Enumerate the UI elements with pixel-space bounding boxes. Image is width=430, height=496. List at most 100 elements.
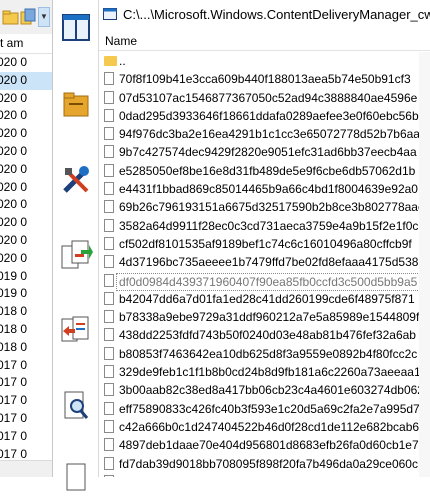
file-icon <box>104 236 114 250</box>
file-row[interactable]: 4897deb1daae70e404d956801d8683efb26fa0d6… <box>99 436 430 454</box>
tool-bar <box>53 0 99 491</box>
file-row[interactable]: 69b26c796193151a6675d32517590b2b8ce3b802… <box>99 198 430 216</box>
search-file-icon[interactable] <box>59 388 93 422</box>
file-icon <box>104 401 114 415</box>
file-row[interactable]: e4431f1bbad869c85014465b9a66c4bd1f800463… <box>99 180 430 198</box>
left-list-item[interactable]: 018 0 <box>0 321 52 339</box>
file-row[interactable]: b80853f7463642ea10db625d8f3a9559e0892b4f… <box>99 345 430 363</box>
left-list-item[interactable]: 020 0 <box>0 232 52 250</box>
file-name: 9b7c427574dec9429f2820e9051efc31ad6bb37e… <box>119 145 417 160</box>
copy-file-icon[interactable] <box>59 238 93 272</box>
left-list-item[interactable]: 018 0 <box>0 339 52 357</box>
file-row[interactable]: e5285050ef8be16e8d31fb489de5e9f6cbe6db57… <box>99 162 430 180</box>
left-list-item[interactable]: 017 0 <box>0 357 52 375</box>
file-row[interactable]: eff75890833c426fc40b3f593e1c20d5a69c2fa2… <box>99 400 430 418</box>
folder-icon[interactable] <box>59 88 93 122</box>
file-row[interactable]: 4d37196bc735aeeee1b7479ffd7be02fd8efaaa4… <box>99 253 430 271</box>
file-name: 438dd2253fdfd743b50f0240d03e48ab81b476fe… <box>119 328 416 343</box>
folder-up-icon[interactable] <box>2 8 20 26</box>
copy-path-icon[interactable] <box>19 8 37 26</box>
file-name: 0dad295d3933646f18661ddafa0289aefee3e0f6… <box>119 108 419 123</box>
file-row[interactable]: 07d53107ac1546877367050c52ad94c3888840ae… <box>99 89 430 107</box>
left-list-item[interactable]: 020 0 <box>0 90 52 108</box>
file-icon <box>104 145 114 159</box>
left-horizontal-scrollbar[interactable] <box>0 460 52 477</box>
left-list-item[interactable]: 020 0 <box>0 196 52 214</box>
file-name: cf502df8101535af9189bef1c74c6c16010496a8… <box>119 236 412 251</box>
left-list-item-label: 018 0 <box>0 321 28 336</box>
file-row[interactable]: 94f976dc3ba2e16ea4291b1c1cc3e65072778d52… <box>99 125 430 143</box>
left-list-item[interactable]: 017 0 <box>0 428 52 446</box>
file-icon <box>104 383 114 397</box>
compare-files-icon[interactable] <box>59 313 93 347</box>
file-row[interactable]: df0d0984d439371960407f90ea85fb0ccfd3c500… <box>99 272 430 291</box>
left-list-item[interactable]: 020 0 <box>0 161 52 179</box>
tools-icon[interactable] <box>59 163 93 197</box>
left-list-item[interactable]: 018 0 <box>0 303 52 321</box>
file-row[interactable]: c42a666b0c1d247404522b46d0f28cd1de112e68… <box>99 418 430 436</box>
left-list-item-label: 020 0 <box>0 161 28 176</box>
file-list: .. 70f8f109b41e3cca609b440f188013aea5b74e… <box>99 52 430 477</box>
file-icon <box>104 90 114 104</box>
left-list-item[interactable]: 020 0 <box>0 54 52 72</box>
left-list-item[interactable]: 017 0 <box>0 410 52 428</box>
file-row[interactable]: 9b7c427574dec9429f2820e9051efc31ad6bb37e… <box>99 143 430 161</box>
left-list-item-label: 020 0 <box>0 143 28 158</box>
file-row[interactable]: b42047dd6a7d01fa1ed28c41dd260199cde6f489… <box>99 290 430 308</box>
file-row[interactable]: 438dd2253fdfd743b50f0240d03e48ab81b476fe… <box>99 326 430 344</box>
left-list-item-label: 018 0 <box>0 339 28 354</box>
folder-icon <box>104 56 117 66</box>
left-list-item-label: 019 0 <box>0 268 28 283</box>
left-list-item-label: 019 0 <box>0 286 28 301</box>
left-list-item[interactable]: 020 0 <box>0 179 52 197</box>
file-row[interactable]: b78338a9ebe9729a31ddf960212a7e5a85989e15… <box>99 308 430 326</box>
toolbar-dropdown-button[interactable]: ▼ <box>38 7 50 27</box>
left-list-item-label: 020 0 <box>0 215 28 230</box>
file-row[interactable]: 70f8f109b41e3cca609b440f188013aea5b74e50… <box>99 70 430 88</box>
file-icon <box>104 419 114 433</box>
left-list-item-label: 020 0 <box>0 90 28 105</box>
left-list-item[interactable]: 020 0 <box>0 125 52 143</box>
left-file-panel[interactable]: ▼ t am 020 0 020 0 020 0 020 0 020 0 020 0 020… <box>0 0 53 477</box>
left-list-item[interactable]: 017 0 <box>0 374 52 392</box>
left-list-item[interactable]: 020 0 <box>0 71 52 90</box>
file-row[interactable]: 0dad295d3933646f18661ddafa0289aefee3e0f6… <box>99 107 430 125</box>
file-row[interactable]: cf502df8101535af9189bef1c74c6c16010496a8… <box>99 235 430 253</box>
file-row[interactable]: 5c8a2166dbfbd8903e112bb8b56e80318bbce952… <box>99 473 430 477</box>
path-bar[interactable]: C:\...\Microsoft.Windows.ContentDelivery… <box>99 0 430 30</box>
left-list-item[interactable]: 020 0 <box>0 250 52 268</box>
left-list: 020 0 020 0 020 0 020 0 020 0 020 0 020 0 020 0… <box>0 54 52 477</box>
left-list-item-label: 018 0 <box>0 304 28 319</box>
column-header[interactable]: Name <box>99 32 430 51</box>
left-list-item[interactable]: 017 0 <box>0 392 52 410</box>
left-list-item[interactable]: 020 0 <box>0 143 52 161</box>
left-list-item[interactable]: 020 0 <box>0 107 52 125</box>
left-list-item-label: 017 0 <box>0 428 28 443</box>
file-name: 3b00aab82c38ed8a417bb06cb23c4a4601e60327… <box>119 383 424 398</box>
file-row[interactable]: 329de9feb1c1f1b8b0cd24b8d9fb181a6c2260a7… <box>99 363 430 381</box>
file-icon <box>104 108 114 122</box>
file-icon <box>104 438 114 452</box>
file-name: .. <box>119 54 126 68</box>
file-name: 4d37196bc735aeeee1b7479ffd7be02fd8efaaa4… <box>119 255 419 270</box>
file-name: 4897deb1daae70e404d956801d8683efb26fa0d6… <box>119 438 419 453</box>
vertical-scrollbar[interactable] <box>419 52 430 477</box>
file-icon[interactable] <box>59 462 93 496</box>
right-file-panel[interactable]: C:\...\Microsoft.Windows.ContentDelivery… <box>99 0 430 477</box>
parent-folder-row[interactable]: .. <box>99 52 430 70</box>
file-row[interactable]: 3b00aab82c38ed8a417bb06cb23c4a4601e60327… <box>99 381 430 399</box>
left-list-item-label: 017 0 <box>0 357 28 372</box>
left-list-item[interactable]: 019 0 <box>0 268 52 286</box>
file-name: 329de9feb1c1f1b8b0cd24b8d9fb181a6c2260a7… <box>119 365 421 380</box>
file-icon <box>104 72 114 86</box>
file-row[interactable]: fd7dab39d9018bb708095f898f20fa7b496da0a2… <box>99 455 430 473</box>
file-icon <box>104 182 114 196</box>
columns-view-icon[interactable] <box>59 10 93 44</box>
file-name: b80853f7463642ea10db625d8f3a9559e0892b4f… <box>119 346 418 361</box>
file-row[interactable]: 3582a64d9911f28ec0c3cd731aeca3759e4a9b15… <box>99 217 430 235</box>
left-list-item[interactable]: 019 0 <box>0 285 52 303</box>
left-column-header[interactable]: t am <box>0 34 52 54</box>
left-list-item[interactable]: 020 0 <box>0 214 52 232</box>
file-name: df0d0984d439371960407f90ea85fb0ccfd3c500… <box>116 272 421 291</box>
file-name: 3582a64d9911f28ec0c3cd731aeca3759e4a9b15… <box>119 218 419 233</box>
